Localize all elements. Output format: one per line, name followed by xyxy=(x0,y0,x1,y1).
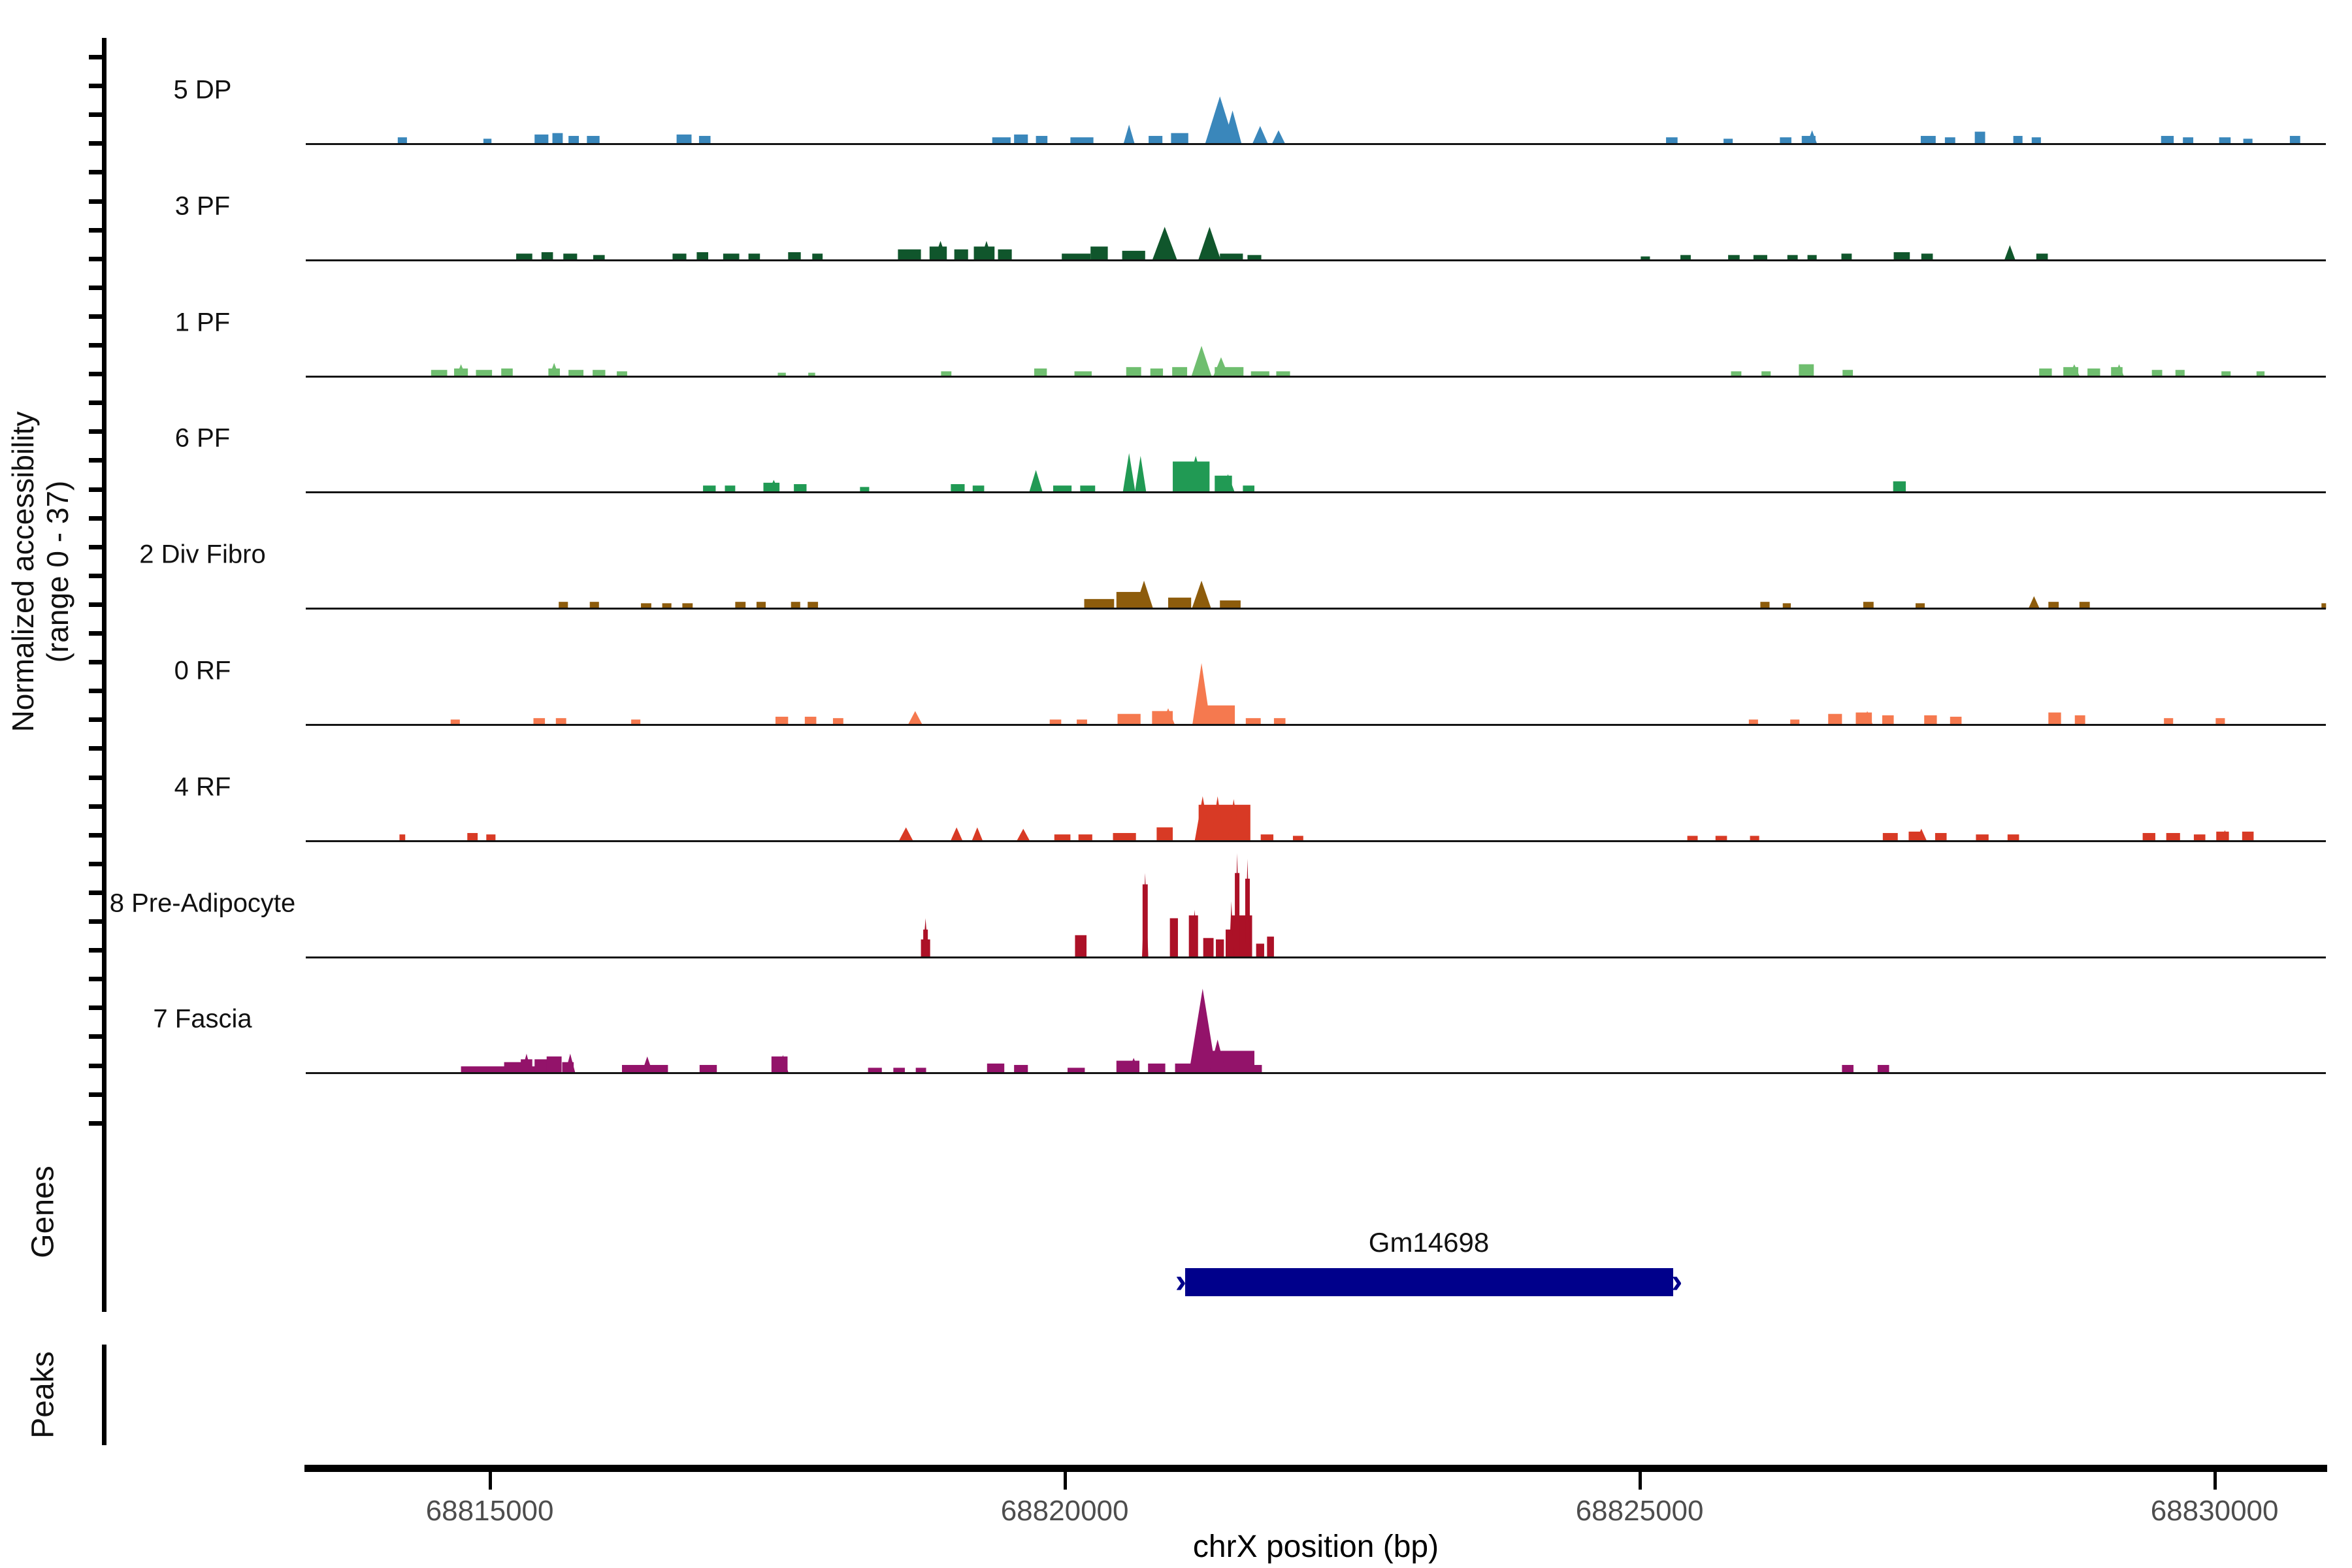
track-signal xyxy=(306,36,2326,144)
track-label: 3 PF xyxy=(175,191,230,221)
x-axis-title: chrX position (bp) xyxy=(1193,1529,1439,1565)
track-signal xyxy=(306,384,2326,493)
track-signal xyxy=(306,849,2326,958)
x-tick-label: 68825000 xyxy=(1576,1495,1704,1527)
coverage-plot: Normalized accessibility (range 0 - 37) … xyxy=(0,0,2352,1568)
track-label: 4 RF xyxy=(174,772,231,802)
track-label: 2 Div Fibro xyxy=(139,540,265,570)
track-signal xyxy=(306,500,2326,609)
track-baseline xyxy=(306,840,2326,842)
track-baseline xyxy=(306,608,2326,610)
track-label: 5 DP xyxy=(174,76,232,105)
x-tick-label: 68815000 xyxy=(426,1495,554,1527)
y-axis-tick xyxy=(89,545,105,549)
track-baseline xyxy=(306,376,2326,378)
x-axis-tick xyxy=(489,1472,492,1490)
y-axis-tick xyxy=(89,372,105,376)
x-tick-label: 68830000 xyxy=(2151,1495,2279,1527)
y-axis-tick xyxy=(89,689,105,693)
track-baseline xyxy=(306,491,2326,493)
track-baseline xyxy=(306,143,2326,145)
y-axis-tick xyxy=(89,228,105,233)
y-axis-tick xyxy=(89,574,105,578)
y-axis-tick xyxy=(89,314,105,319)
y-axis-tick xyxy=(89,602,105,607)
track-baseline xyxy=(306,956,2326,958)
track-label: 1 PF xyxy=(175,308,230,337)
track-baseline xyxy=(306,1072,2326,1074)
x-tick-label: 68820000 xyxy=(1001,1495,1129,1527)
y-axis-tick xyxy=(89,286,105,290)
y-axis-tick xyxy=(89,170,105,174)
track-baseline xyxy=(306,259,2326,261)
track-label: 8 Pre-Adipocyte xyxy=(110,889,296,918)
gene-strand-arrow-left-icon: › xyxy=(1175,1264,1186,1298)
y-axis-tick xyxy=(89,429,105,434)
gene-strand-arrow-right-icon: › xyxy=(1671,1264,1682,1298)
track-signal xyxy=(306,269,2326,377)
track-signal xyxy=(306,733,2326,841)
y-axis-tick xyxy=(89,660,105,664)
track-baseline xyxy=(306,724,2326,726)
y-axis-tick xyxy=(89,1064,105,1068)
y-axis-tick xyxy=(89,516,105,521)
y-axis-label: Normalized accessibility (range 0 - 37) xyxy=(6,412,75,732)
y-axis-tick xyxy=(89,1092,105,1097)
y-axis-tick xyxy=(89,919,105,924)
track-label: 6 PF xyxy=(175,424,230,453)
y-axis-tick xyxy=(89,804,105,809)
x-axis-line xyxy=(304,1465,2327,1472)
track-signal xyxy=(306,617,2326,725)
y-axis-tick xyxy=(89,257,105,261)
y-axis-tick xyxy=(89,112,105,117)
x-axis-tick xyxy=(1064,1472,1067,1490)
y-axis-label-line2: (range 0 - 37) xyxy=(41,412,75,732)
genes-section-label: Genes xyxy=(25,1166,61,1258)
peaks-section-label: Peaks xyxy=(25,1351,61,1438)
y-axis-tick xyxy=(89,199,105,204)
x-axis-tick xyxy=(2213,1472,2217,1490)
y-axis-tick xyxy=(89,717,105,722)
y-axis-tick xyxy=(89,343,105,348)
y-axis-tick xyxy=(89,487,105,492)
track-signal xyxy=(306,965,2326,1073)
y-axis-tick xyxy=(89,55,105,59)
track-label: 7 Fascia xyxy=(153,1005,252,1034)
genes-axis-line xyxy=(102,1112,106,1312)
peaks-axis-line xyxy=(102,1345,106,1445)
gene-name-label: Gm14698 xyxy=(1369,1227,1489,1258)
gene-body-bar xyxy=(1185,1268,1673,1296)
track-signal xyxy=(306,152,2326,261)
track-label: 0 RF xyxy=(174,657,231,686)
x-axis-tick xyxy=(1639,1472,1642,1490)
y-axis-tick xyxy=(89,833,105,838)
y-axis-tick xyxy=(89,400,105,405)
y-axis-tick xyxy=(89,776,105,780)
y-axis-tick xyxy=(89,631,105,636)
y-axis-tick xyxy=(89,84,105,88)
y-axis-tick xyxy=(89,141,105,146)
y-axis-tick xyxy=(89,977,105,981)
y-axis-tick xyxy=(89,948,105,953)
y-axis-tick xyxy=(89,1034,105,1039)
y-axis-tick xyxy=(89,862,105,866)
y-axis-tick xyxy=(89,890,105,895)
y-axis-tick xyxy=(89,1005,105,1010)
y-axis-label-line1: Normalized accessibility xyxy=(6,412,41,732)
y-axis-tick xyxy=(89,746,105,751)
y-axis-tick xyxy=(89,458,105,463)
